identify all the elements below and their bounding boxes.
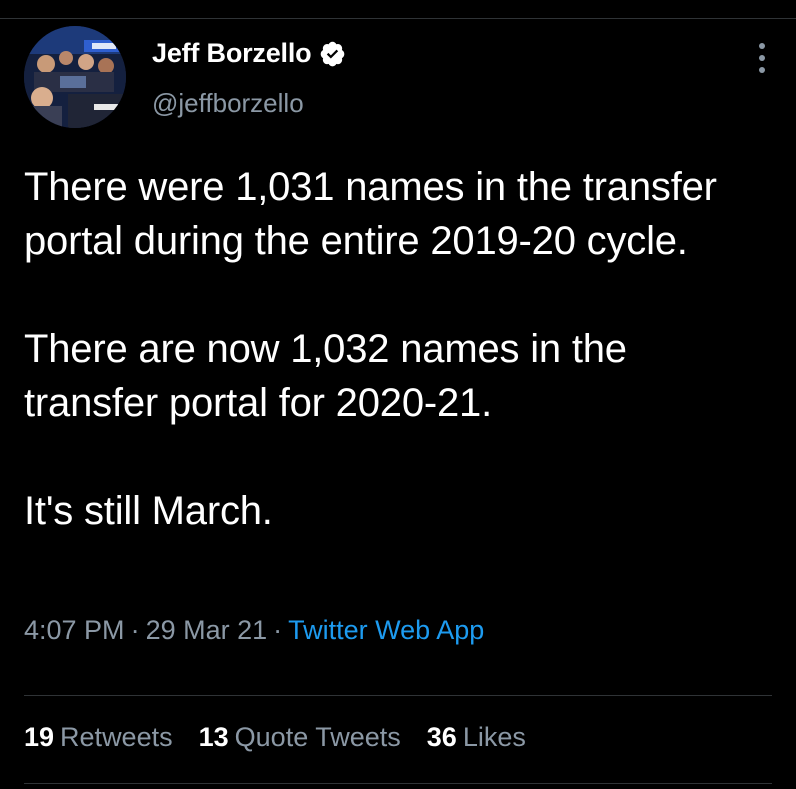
tweet-meta: 4:07 PM · 29 Mar 21 · Twitter Web App <box>24 615 484 646</box>
retweets-label: Retweets <box>60 722 173 752</box>
likes-stat[interactable]: 36 Likes <box>427 722 526 753</box>
meta-separator: · <box>130 615 140 645</box>
quote-tweets-count: 13 <box>198 722 229 752</box>
retweets-stat[interactable]: 19 Retweets <box>24 722 173 753</box>
top-divider <box>0 18 796 19</box>
tweet-source-link[interactable]: Twitter Web App <box>288 615 484 645</box>
quote-tweets-label: Quote Tweets <box>234 722 401 752</box>
quote-tweets-stat[interactable]: 13 Quote Tweets <box>199 722 401 753</box>
verified-badge-icon <box>319 40 346 67</box>
avatar[interactable] <box>24 26 126 128</box>
bottom-divider <box>24 783 772 784</box>
tweet-paragraph: There are now 1,032 names in the transfe… <box>24 327 627 425</box>
tweet-date[interactable]: 29 Mar 21 <box>146 615 268 645</box>
tweet-paragraph: It's still March. <box>24 489 273 533</box>
name-row: Jeff Borzello <box>152 38 346 69</box>
stats-divider <box>24 695 772 696</box>
tweet-text: There were 1,031 names in the transfer p… <box>24 160 764 538</box>
tweet-time[interactable]: 4:07 PM <box>24 615 125 645</box>
tweet-stats: 19 Retweets 13 Quote Tweets 36 Likes <box>24 722 552 753</box>
user-handle[interactable]: @jeffborzello <box>152 88 304 119</box>
tweet-header: Jeff Borzello @jeffborzello <box>24 26 774 130</box>
more-vertical-icon[interactable] <box>750 38 774 78</box>
avatar-photo-icon <box>24 26 126 128</box>
display-name[interactable]: Jeff Borzello <box>152 38 312 69</box>
likes-count: 36 <box>426 722 457 752</box>
tweet-paragraph: There were 1,031 names in the transfer p… <box>24 165 717 263</box>
meta-separator: · <box>273 615 283 645</box>
retweets-count: 19 <box>24 722 55 752</box>
likes-label: Likes <box>462 722 526 752</box>
